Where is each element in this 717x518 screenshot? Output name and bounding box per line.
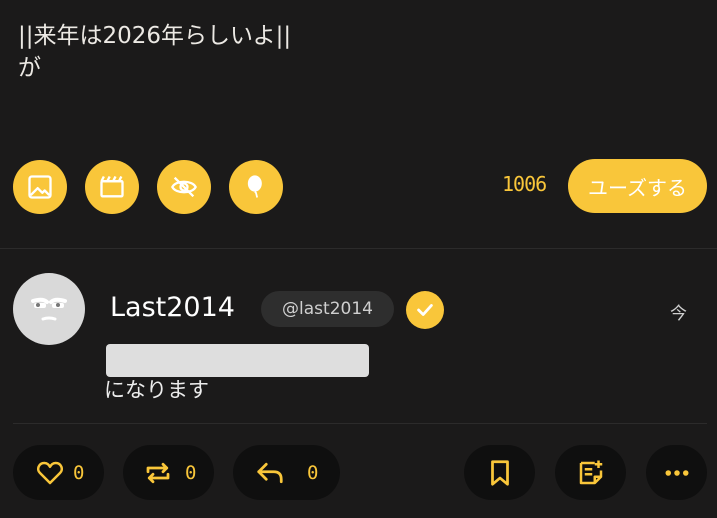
like-count: 0 (73, 461, 85, 484)
video-icon (100, 175, 124, 198)
display-name[interactable]: Last2014 (110, 291, 235, 325)
attach-video-button[interactable] (85, 160, 139, 214)
user-handle[interactable]: @last2014 (261, 291, 394, 327)
like-button[interactable]: 0 (13, 445, 104, 500)
repost-count: 0 (185, 461, 197, 484)
heart-icon (37, 461, 63, 484)
reply-icon (257, 462, 283, 483)
reply-button[interactable]: 0 (233, 445, 340, 500)
note-add-icon (579, 460, 602, 484)
image-icon (28, 175, 52, 199)
repost-icon (146, 462, 170, 483)
character-count: 1006 (502, 172, 547, 196)
avatar[interactable] (13, 273, 85, 345)
add-note-button[interactable] (555, 445, 626, 500)
more-options-button[interactable] (646, 445, 707, 500)
eye-off-icon (171, 176, 197, 198)
verified-badge (406, 291, 444, 329)
attach-image-button[interactable] (13, 160, 67, 214)
post-text: になります (104, 378, 209, 402)
post-button[interactable]: ユーズする (568, 159, 707, 213)
more-horizontal-icon (665, 469, 688, 476)
spoiler-block[interactable] (106, 344, 369, 377)
poll-button[interactable] (229, 160, 283, 214)
divider (0, 248, 717, 249)
repost-button[interactable]: 0 (123, 445, 214, 500)
bookmark-button[interactable] (464, 445, 535, 500)
post-timestamp: 今 (670, 304, 687, 324)
check-icon (417, 304, 433, 316)
content-warning-button[interactable] (157, 160, 211, 214)
compose-textarea[interactable]: ||来年は2026年らしいよ|| が (18, 20, 291, 84)
avatar-face-icon (31, 297, 67, 321)
divider (13, 423, 707, 424)
balloon-icon (247, 175, 262, 198)
reply-count: 0 (307, 461, 319, 484)
bookmark-icon (490, 459, 509, 486)
